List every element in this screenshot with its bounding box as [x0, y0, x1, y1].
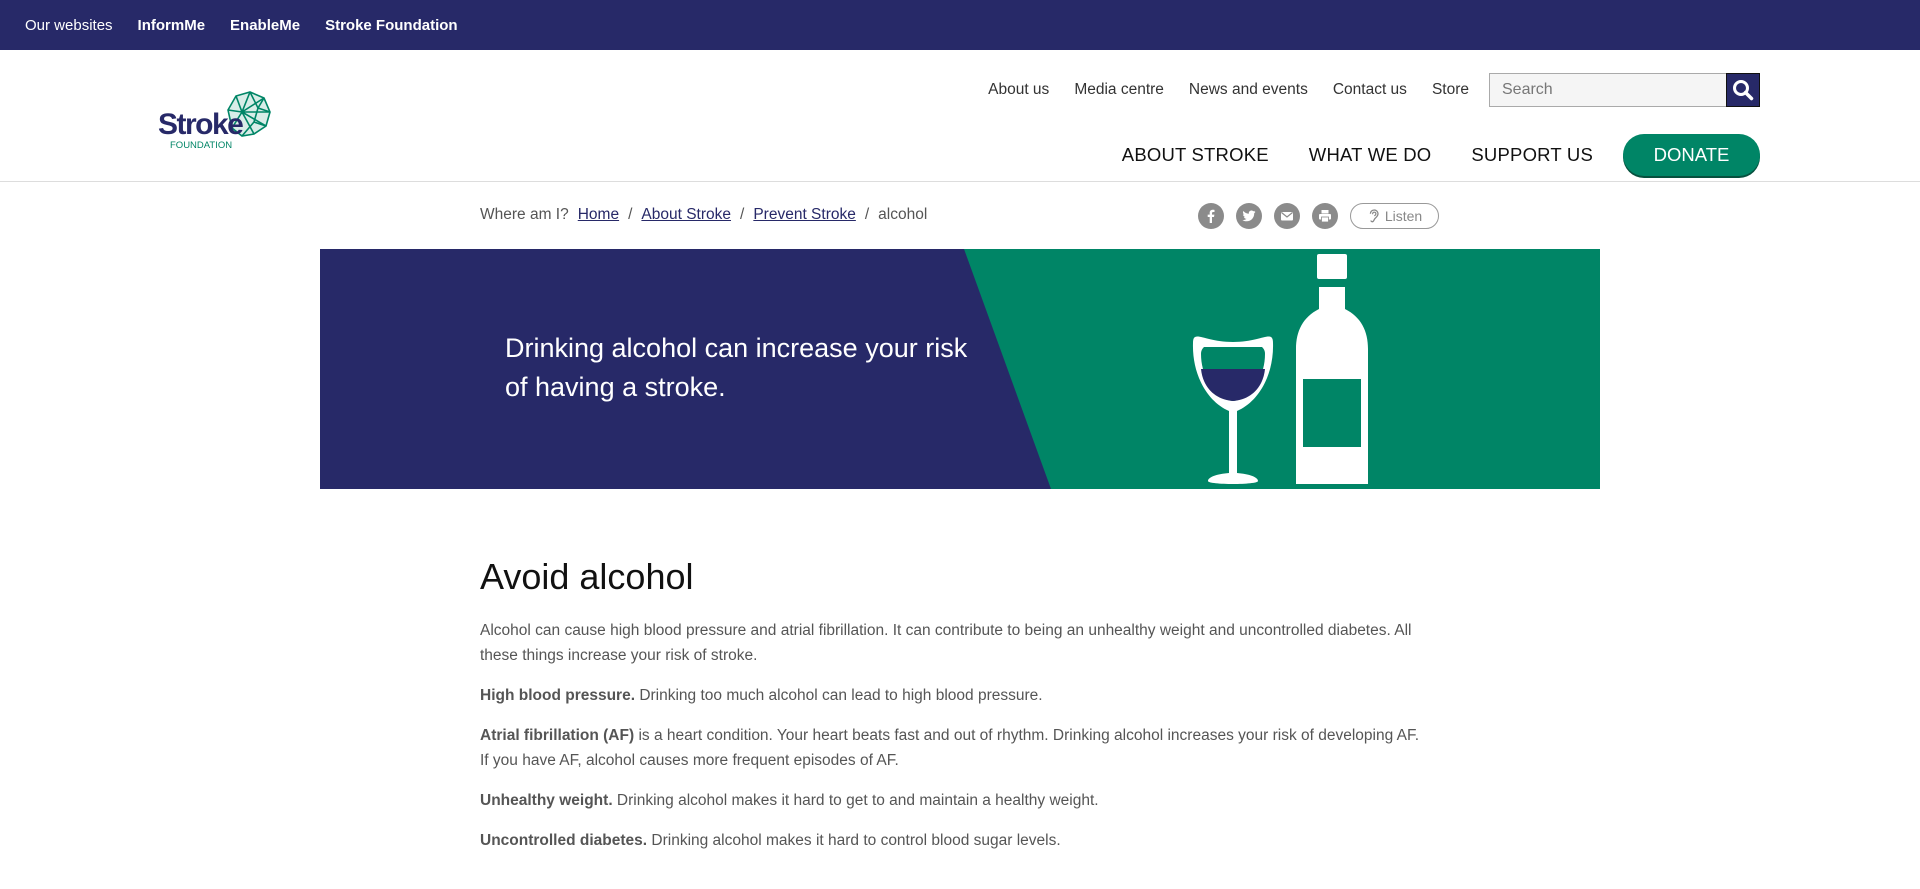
facebook-icon [1207, 209, 1215, 223]
risk-item-text: Drinking alcohol makes it hard to contro… [647, 832, 1061, 849]
nav-news-and-events[interactable]: News and events [1189, 81, 1308, 99]
site-link-stroke-foundation[interactable]: Stroke Foundation [325, 17, 458, 34]
breadcrumb: Where am I? Home / About Stroke / Preven… [480, 206, 927, 224]
share-twitter-button[interactable] [1236, 203, 1262, 229]
share-facebook-button[interactable] [1198, 203, 1224, 229]
risk-item-term: Unhealthy weight. [480, 792, 613, 809]
ear-icon [1369, 209, 1379, 223]
search-form [1489, 73, 1760, 107]
article: Avoid alcohol Alcohol can cause high blo… [480, 556, 1430, 868]
hero-banner: Drinking alcohol can increase your risk … [320, 249, 1600, 489]
email-icon [1281, 212, 1293, 221]
search-icon [1733, 80, 1754, 101]
risk-item-term: Atrial fibrillation (AF) [480, 727, 635, 744]
article-intro: Alcohol can cause high blood pressure an… [480, 622, 1412, 664]
hero-text: Drinking alcohol can increase your risk … [505, 333, 968, 402]
site-link-informme[interactable]: InformMe [138, 17, 206, 34]
our-websites-label: Our websites [25, 16, 113, 34]
search-button[interactable] [1726, 73, 1760, 107]
search-input[interactable] [1489, 73, 1726, 107]
share-tools: Listen [1198, 203, 1439, 229]
donate-button[interactable]: DONATE [1623, 134, 1760, 176]
nav-about-stroke[interactable]: ABOUT STROKE [1122, 144, 1269, 166]
breadcrumb-home[interactable]: Home [578, 206, 619, 224]
breadcrumb-about-stroke[interactable]: About Stroke [641, 206, 731, 224]
nav-what-we-do[interactable]: WHAT WE DO [1309, 144, 1432, 166]
risk-item: Unhealthy weight. Drinking alcohol makes… [480, 788, 1430, 813]
breadcrumb-prevent-stroke[interactable]: Prevent Stroke [753, 206, 856, 224]
print-icon [1319, 210, 1331, 223]
risk-item: Uncontrolled diabetes. Drinking alcohol … [480, 828, 1430, 853]
breadcrumb-current: alcohol [878, 206, 928, 223]
risk-item-text: Drinking too much alcohol can lead to hi… [635, 687, 1043, 704]
logo-graphic: Stroke FOUNDATION [158, 91, 271, 151]
breadcrumb-separator: / [628, 206, 633, 223]
logo-subtitle: FOUNDATION [170, 140, 232, 151]
risk-item-text: Drinking alcohol makes it hard to get to… [612, 792, 1099, 809]
breadcrumb-row: Where am I? Home / About Stroke / Preven… [0, 182, 1920, 248]
nav-media-centre[interactable]: Media centre [1074, 81, 1164, 99]
print-button[interactable] [1312, 203, 1338, 229]
risk-item-term: High blood pressure. [480, 687, 636, 704]
breadcrumb-prefix: Where am I? [480, 206, 569, 223]
risk-item: High blood pressure. Drinking too much a… [480, 683, 1430, 708]
breadcrumb-separator: / [740, 206, 745, 223]
risk-item: Atrial fibrillation (AF) is a heart cond… [480, 723, 1430, 773]
utility-nav: About us Media centre News and events Co… [988, 73, 1760, 107]
top-bar: Our websites InformMe EnableMe Stroke Fo… [0, 0, 1920, 50]
share-email-button[interactable] [1274, 203, 1300, 229]
twitter-icon [1242, 210, 1256, 222]
nav-contact-us[interactable]: Contact us [1333, 81, 1407, 99]
page-title: Avoid alcohol [480, 556, 694, 597]
site-header: Stroke FOUNDATION About us Media centre … [0, 50, 1920, 182]
nav-store[interactable]: Store [1432, 81, 1469, 99]
logo-wordmark: Stroke [158, 108, 243, 141]
stroke-foundation-logo[interactable]: Stroke FOUNDATION [158, 88, 273, 158]
breadcrumb-separator: / [864, 206, 870, 223]
risk-item-term: Uncontrolled diabetes. [480, 832, 648, 849]
listen-label: Listen [1384, 208, 1423, 224]
main-nav: ABOUT STROKE WHAT WE DO SUPPORT US DONAT… [1122, 134, 1760, 176]
nav-about-us[interactable]: About us [988, 81, 1049, 99]
site-link-enableme[interactable]: EnableMe [230, 17, 300, 34]
listen-button[interactable]: Listen [1350, 203, 1439, 229]
nav-support-us[interactable]: SUPPORT US [1471, 144, 1593, 166]
